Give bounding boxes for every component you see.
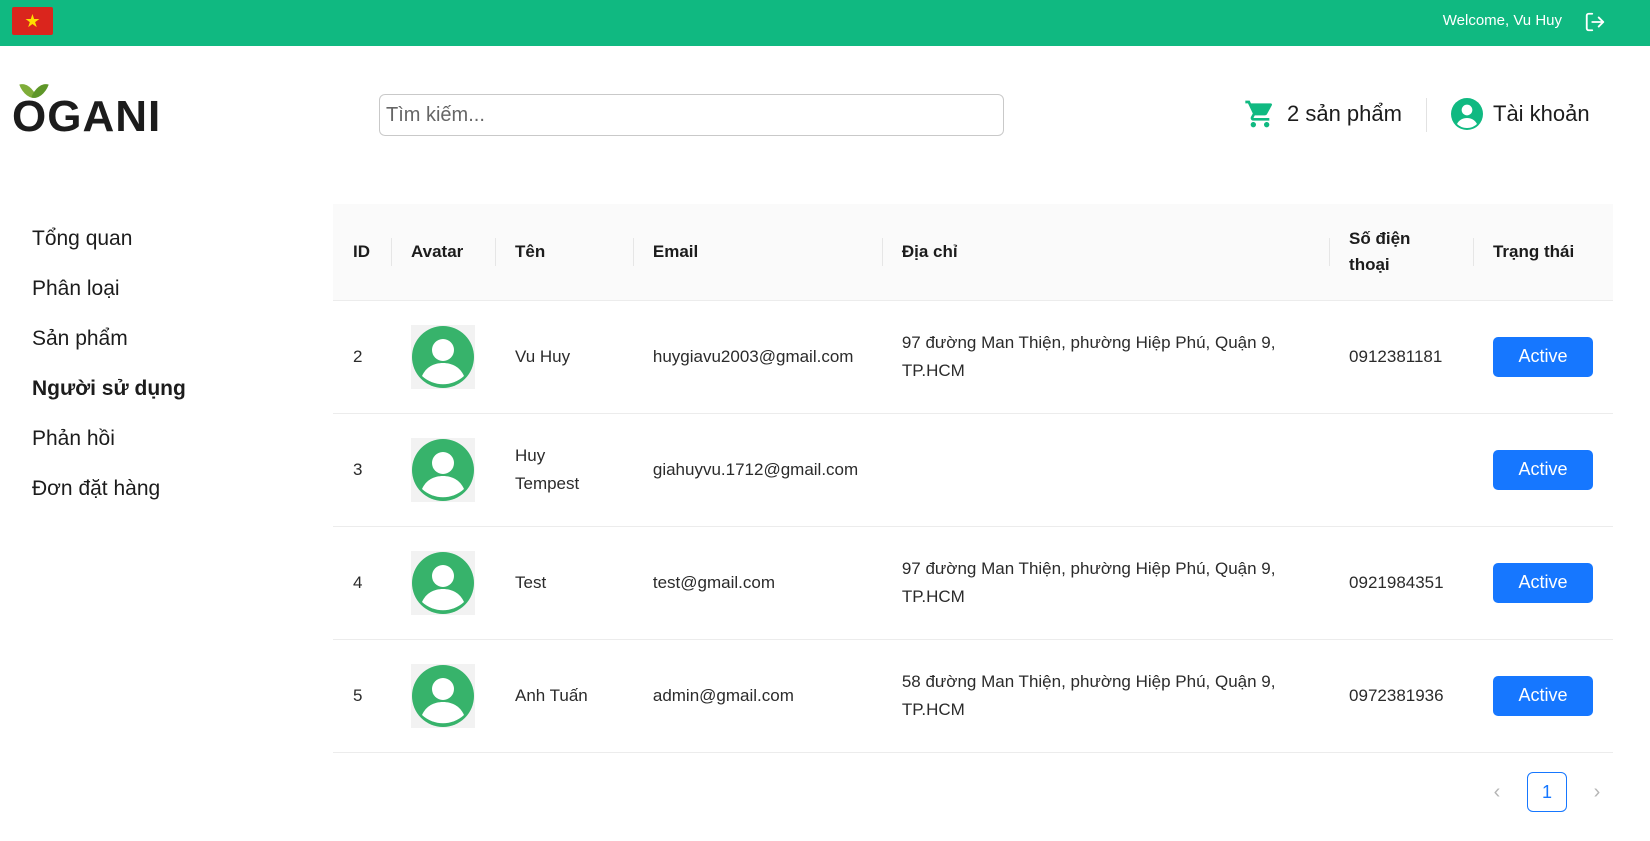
header-divider (1426, 98, 1427, 132)
cell-email: giahuyvu.1712@gmail.com (652, 459, 859, 479)
account-button[interactable]: Tài khoản (1451, 97, 1590, 131)
cell-id: 5 (353, 685, 363, 705)
shopping-cart-icon (1245, 100, 1273, 128)
cell-phone (1329, 413, 1473, 526)
cell-phone: 0921984351 (1349, 572, 1444, 592)
logo-text: OGANI (12, 92, 162, 141)
cell-name: Huy Tempest (514, 445, 580, 493)
users-table-container: ID Avatar Tên Email Địa chỉ Số điện thoạ… (333, 204, 1613, 753)
sidebar-item-overview[interactable]: Tổng quan (32, 220, 292, 270)
users-table: ID Avatar Tên Email Địa chỉ Số điện thoạ… (333, 204, 1613, 753)
cell-address: 97 đường Man Thiện, phường Hiệp Phú, Quậ… (901, 558, 1276, 606)
cell-id: 4 (353, 572, 363, 592)
header-id: ID (353, 241, 370, 261)
avatar (410, 663, 475, 728)
cell-email: admin@gmail.com (652, 685, 794, 705)
avatar (410, 324, 475, 389)
sidebar-item-users[interactable]: Người sử dụng (32, 370, 292, 420)
avatar (410, 437, 475, 502)
cell-id: 2 (353, 346, 363, 366)
sidebar-item-feedback[interactable]: Phản hồi (32, 420, 292, 470)
header-email: Email (632, 204, 882, 300)
logout-icon[interactable] (1584, 11, 1606, 33)
cell-id: 3 (353, 459, 363, 479)
cell-address: 58 đường Man Thiện, phường Hiệp Phú, Quậ… (901, 671, 1276, 719)
avatar (410, 550, 475, 615)
user-avatar-icon (411, 438, 474, 501)
cell-name: Anh Tuấn (514, 685, 588, 705)
status-button[interactable]: Active (1492, 449, 1593, 490)
table-row[interactable]: 4 Test test@gmail.com 97 đường Man Thiện… (333, 526, 1613, 639)
table-row[interactable]: 2 Vu Huy huygiavu2003@gmail.com 97 đường… (333, 300, 1613, 413)
cell-address: 97 đường Man Thiện, phường Hiệp Phú, Quậ… (901, 332, 1276, 380)
cart-label: 2 sản phẩm (1287, 101, 1402, 126)
status-button[interactable]: Active (1492, 562, 1593, 603)
cell-phone: 0912381181 (1349, 346, 1443, 366)
header-address: Địa chỉ (881, 204, 1329, 300)
sidebar-item-products[interactable]: Sản phẩm (32, 320, 292, 370)
page-number-button[interactable]: 1 (1527, 772, 1567, 812)
cell-phone: 0972381936 (1349, 685, 1444, 705)
status-button[interactable]: Active (1492, 675, 1593, 716)
user-avatar-icon (411, 664, 474, 727)
account-label: Tài khoản (1493, 101, 1590, 126)
search-input[interactable] (379, 94, 1004, 136)
table-row[interactable]: 5 Anh Tuấn admin@gmail.com 58 đường Man … (333, 639, 1613, 752)
chevron-right-icon[interactable]: › (1577, 772, 1617, 812)
header-avatar: Avatar (390, 204, 495, 300)
cell-name: Test (514, 572, 547, 592)
top-bar: ★ Welcome, Vu Huy (0, 0, 1650, 46)
chevron-left-icon[interactable]: ‹ (1477, 772, 1517, 812)
sidebar-item-categories[interactable]: Phân loại (32, 270, 292, 320)
cell-email: huygiavu2003@gmail.com (652, 346, 854, 366)
cell-email: test@gmail.com (652, 572, 775, 592)
user-avatar-icon (411, 325, 474, 388)
header-name: Tên (494, 204, 633, 300)
header-status: Trạng thái (1472, 204, 1613, 300)
logo[interactable]: OGANI (12, 80, 162, 142)
table-header-row: ID Avatar Tên Email Địa chỉ Số điện thoạ… (333, 204, 1613, 300)
cell-name: Vu Huy (514, 346, 571, 366)
user-avatar-icon (411, 551, 474, 614)
sidebar-item-orders[interactable]: Đơn đặt hàng (32, 470, 292, 520)
cart-button[interactable]: 2 sản phẩm (1243, 97, 1402, 131)
welcome-text: Welcome, Vu Huy (1442, 12, 1562, 29)
user-circle-icon (1451, 98, 1483, 130)
status-button[interactable]: Active (1492, 336, 1593, 377)
table-row[interactable]: 3 Huy Tempest giahuyvu.1712@gmail.com Ac… (333, 413, 1613, 526)
vietnam-flag-icon[interactable]: ★ (12, 7, 53, 35)
pagination: ‹ 1 › (1477, 772, 1617, 812)
header-phone: Số điện thoại (1329, 204, 1473, 300)
sidebar: Tổng quan Phân loại Sản phẩm Người sử dụ… (32, 220, 292, 520)
cell-address (882, 413, 1329, 526)
